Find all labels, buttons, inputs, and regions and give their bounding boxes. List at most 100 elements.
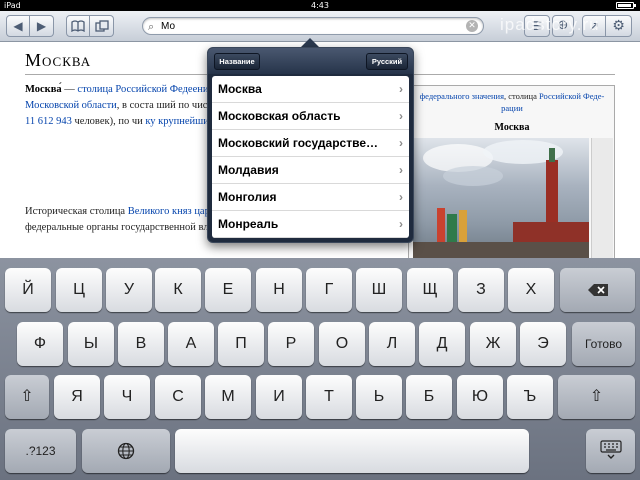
shift-key[interactable]: ⇧ xyxy=(5,375,49,419)
moscow-kremlin-photo xyxy=(413,138,589,258)
list-icon: ☰ xyxy=(531,19,543,33)
back-button[interactable]: ◀ xyxy=(6,15,30,37)
article-bold-term: Москва́ xyxy=(25,84,62,95)
forward-arrow-icon: ▶ xyxy=(36,19,47,33)
infobox-title: Москва xyxy=(494,122,530,133)
popover-header: Название Русский xyxy=(208,48,413,74)
key-letter[interactable]: Ю xyxy=(457,375,503,419)
sort-by-name-button[interactable]: Название xyxy=(214,53,260,70)
backspace-key[interactable] xyxy=(560,268,635,312)
bookmarks-button[interactable] xyxy=(66,15,90,37)
infobox-link[interactable]: рации xyxy=(501,103,523,113)
key-letter[interactable]: А xyxy=(168,322,214,366)
key-letter[interactable]: Ь xyxy=(356,375,402,419)
numbers-key[interactable]: .?123 xyxy=(5,429,76,473)
key-letter[interactable]: И xyxy=(256,375,302,419)
globe-key[interactable] xyxy=(82,429,170,473)
shift-key-right[interactable]: ⇧ xyxy=(558,375,635,419)
key-letter[interactable]: З xyxy=(458,268,504,312)
key-letter[interactable]: Е xyxy=(205,268,251,312)
key-letter[interactable]: Д xyxy=(419,322,465,366)
gear-icon: ⚙ xyxy=(612,18,625,34)
suggestion-item[interactable]: Московская область › xyxy=(212,103,409,130)
key-letter[interactable]: Ф xyxy=(17,322,63,366)
key-letter[interactable]: У xyxy=(106,268,152,312)
key-letter[interactable]: М xyxy=(205,375,251,419)
space-key[interactable] xyxy=(175,429,529,473)
key-letter[interactable]: Щ xyxy=(407,268,453,312)
done-key[interactable]: Готово xyxy=(572,322,635,366)
key-letter[interactable]: Я xyxy=(54,375,100,419)
key-letter[interactable]: Р xyxy=(268,322,314,366)
language-select-button[interactable]: Русский xyxy=(366,53,408,70)
infobox: федерального значения, столица Российско… xyxy=(408,85,615,258)
shift-icon: ⇧ xyxy=(589,388,604,405)
search-icon: ⌕ xyxy=(148,20,155,33)
chevron-right-icon: › xyxy=(399,82,403,96)
key-letter[interactable]: Й xyxy=(5,268,51,312)
article-link[interactable]: столица Российской Феде xyxy=(77,84,192,95)
key-letter[interactable]: Ж xyxy=(470,322,516,366)
clear-search-icon[interactable]: ✕ xyxy=(466,20,478,32)
infobox-caption: федерального значения, столица Российско… xyxy=(419,91,605,113)
suggestion-item[interactable]: Московский государстве… › xyxy=(212,130,409,157)
chevron-right-icon: › xyxy=(399,163,403,177)
suggestion-list: Москва › Московская область › Московский г… xyxy=(212,76,409,238)
infobox-link[interactable]: Российской Феде- xyxy=(539,91,604,101)
keyboard-hide-icon xyxy=(599,440,622,459)
article-title: Москва xyxy=(25,50,92,70)
key-letter[interactable]: Б xyxy=(406,375,452,419)
key-letter[interactable]: Э xyxy=(520,322,566,366)
suggestion-item[interactable]: Молдавия › xyxy=(212,157,409,184)
article-text: Историческая столица xyxy=(25,206,128,217)
onscreen-keyboard: Й Ц У К Е Н Г Ш Щ З Х Ф Ы В А П Р О Л Д … xyxy=(0,258,640,480)
status-bar: iPad 4:43 xyxy=(0,0,640,11)
share-icon: ↗ xyxy=(588,19,600,33)
table-of-contents-button[interactable]: ☰ xyxy=(524,15,550,37)
globe-icon xyxy=(117,442,135,460)
key-letter[interactable]: Н xyxy=(256,268,302,312)
article-link[interactable]: 11 612 943 xyxy=(25,116,72,127)
chevron-right-icon: › xyxy=(399,136,403,150)
share-button[interactable]: ↗ xyxy=(582,15,606,37)
key-letter[interactable]: Л xyxy=(369,322,415,366)
key-letter[interactable]: Ч xyxy=(104,375,150,419)
suggestion-item[interactable]: Монголия › xyxy=(212,184,409,211)
key-letter[interactable]: К xyxy=(155,268,201,312)
article-link[interactable]: Великого княз xyxy=(128,206,192,217)
language-button[interactable]: ⊕ xyxy=(552,15,574,37)
key-letter[interactable]: О xyxy=(319,322,365,366)
key-letter[interactable]: П xyxy=(218,322,264,366)
key-letter[interactable]: Ц xyxy=(56,268,102,312)
settings-button[interactable]: ⚙ xyxy=(606,15,632,37)
chevron-right-icon: › xyxy=(399,109,403,123)
backspace-icon xyxy=(587,284,608,296)
ipad-screen: iPad 4:43 ◀ ▶ ⌕ ✕ ☰ xyxy=(0,0,640,480)
search-suggestions-popover: Название Русский Москва › Московская обла… xyxy=(207,47,414,243)
article-text: человек), по чи xyxy=(71,116,143,127)
key-letter[interactable]: Г xyxy=(306,268,352,312)
search-input[interactable] xyxy=(161,19,461,33)
toolbar: ◀ ▶ ⌕ ✕ ☰ ⊕ ↗ xyxy=(0,11,640,42)
chevron-right-icon: › xyxy=(399,217,403,231)
open-pages-button[interactable] xyxy=(90,15,114,37)
article-link[interactable]: Московской области xyxy=(25,100,117,111)
suggestion-item[interactable]: Москва › xyxy=(212,76,409,103)
battery-icon xyxy=(616,2,636,9)
key-letter[interactable]: В xyxy=(118,322,164,366)
suggestion-item[interactable]: Монреаль › xyxy=(212,211,409,238)
hide-keyboard-key[interactable] xyxy=(586,429,635,473)
forward-button[interactable]: ▶ xyxy=(30,15,54,37)
key-letter[interactable]: С xyxy=(155,375,201,419)
key-letter[interactable]: Т xyxy=(306,375,352,419)
key-letter[interactable]: Ъ xyxy=(507,375,553,419)
key-letter[interactable]: Ш xyxy=(356,268,402,312)
key-letter[interactable]: Ы xyxy=(68,322,114,366)
infobox-link[interactable]: федерального значения xyxy=(420,91,504,101)
article-text: — xyxy=(61,84,78,95)
book-icon xyxy=(71,20,85,33)
back-arrow-icon: ◀ xyxy=(13,19,23,33)
search-field[interactable]: ⌕ ✕ xyxy=(142,17,484,35)
clock: 4:43 xyxy=(311,1,329,10)
key-letter[interactable]: Х xyxy=(508,268,554,312)
